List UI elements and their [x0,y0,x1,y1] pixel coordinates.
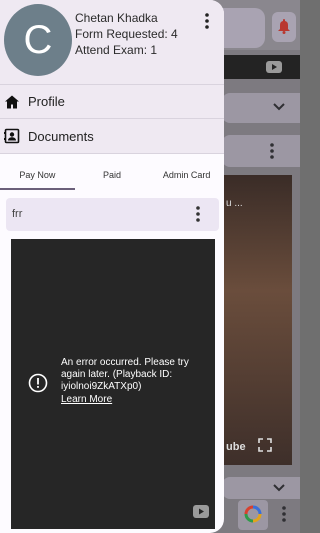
background-video-bar [222,55,300,79]
more-vert-icon[interactable] [200,12,214,30]
more-vert-icon [282,506,286,522]
attend-exam-count: Attend Exam: 1 [75,43,158,57]
app-logo-icon [244,505,262,523]
background-row [222,93,300,123]
nav-item-label: Documents [28,128,94,144]
nav-item-profile[interactable]: Profile [0,84,224,118]
youtube-icon [266,61,282,73]
payment-tabs: Pay Now Paid Admin Card [0,162,224,190]
nav-item-label: Profile [28,94,65,109]
learn-more-link[interactable]: Learn More [61,394,112,406]
background-youtube-text: ube [226,441,246,453]
navigation-drawer: C Chetan Khadka Form Requested: 4 Attend… [0,0,224,533]
background-row [222,477,300,499]
tab-paid[interactable]: Paid [75,162,150,190]
more-vert-icon[interactable] [192,205,204,223]
background-video [222,175,292,465]
tab-admin-card[interactable]: Admin Card [149,162,224,190]
form-requested-count: Form Requested: 4 [75,27,178,41]
background-row [222,135,300,167]
drawer-header: C Chetan Khadka Form Requested: 4 Attend… [0,0,224,84]
tab-pay-now[interactable]: Pay Now [0,162,75,190]
video-player[interactable]: An error occurred. Please try again late… [11,239,215,529]
player-error-text: An error occurred. Please try again late… [61,357,211,406]
nav-item-documents[interactable]: Documents [0,118,224,154]
chevron-down-icon [273,484,285,492]
fullscreen-icon [258,438,272,452]
avatar[interactable]: C [4,4,72,76]
card-title: frr [12,208,23,220]
background-video-title: u ... [226,198,243,209]
contact-card-icon [4,128,20,144]
user-info: Chetan Khadka Form Requested: 4 Attend E… [75,10,178,58]
player-error-message: An error occurred. Please try again late… [61,357,189,392]
bell-icon [278,19,290,34]
user-name: Chetan Khadka [75,11,158,25]
error-icon [28,373,48,393]
more-vert-icon [270,143,274,159]
home-icon [5,95,19,108]
chevron-down-icon [273,103,285,111]
youtube-icon[interactable] [193,505,209,518]
exam-card-header[interactable]: frr [6,198,219,231]
